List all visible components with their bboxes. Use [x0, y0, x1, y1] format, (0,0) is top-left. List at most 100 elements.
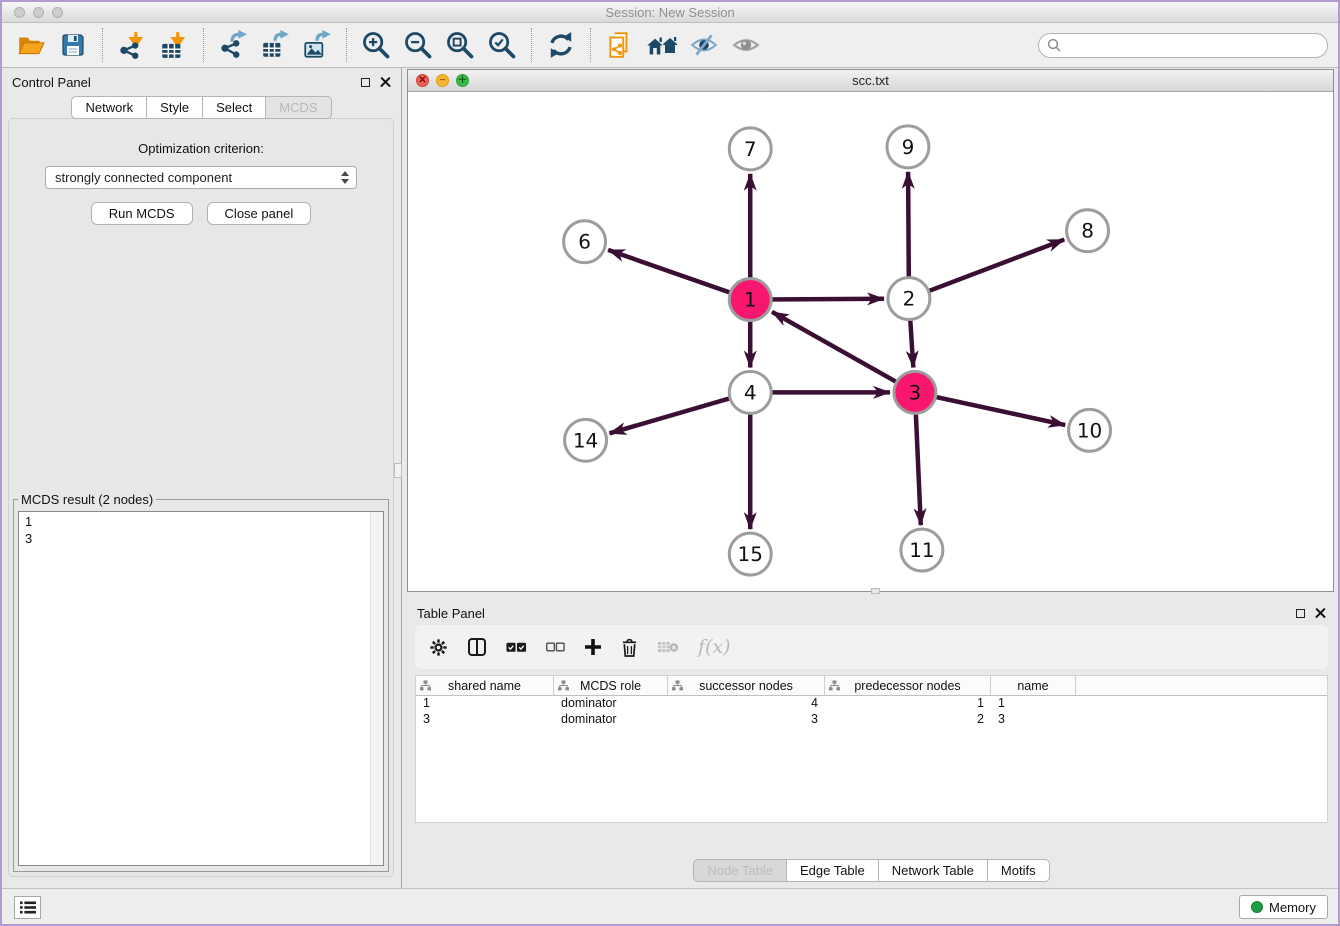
graph-node-15[interactable]: 15 [729, 533, 771, 575]
zoom-out-icon [403, 30, 433, 60]
criterion-select[interactable]: strongly connected component [45, 166, 357, 189]
close-panel-button[interactable]: Close panel [207, 202, 312, 225]
zoom-selected-button[interactable] [483, 26, 521, 64]
memory-button[interactable]: Memory [1239, 895, 1328, 919]
mcds-result-group: MCDS result (2 nodes) 1 3 [13, 492, 389, 872]
select-all-button[interactable] [506, 641, 527, 654]
svg-text:10: 10 [1077, 418, 1102, 442]
edge-3-10[interactable] [915, 392, 1065, 425]
graph-node-4[interactable]: 4 [729, 371, 771, 413]
search-input[interactable] [1066, 38, 1319, 53]
column-header-name[interactable]: name [991, 676, 1076, 695]
table-row[interactable]: 1dominator411 [416, 696, 1327, 712]
tab-node-table[interactable]: Node Table [693, 859, 787, 882]
export-table-button[interactable] [256, 26, 294, 64]
export-image-button[interactable] [298, 26, 336, 64]
graph-node-11[interactable]: 11 [901, 529, 943, 571]
graph-node-6[interactable]: 6 [564, 221, 606, 263]
float-panel-icon[interactable] [1296, 609, 1305, 618]
open-session-button[interactable] [12, 26, 50, 64]
optimization-criterion-label: Optimization criterion: [9, 141, 393, 156]
add-column-button[interactable] [584, 638, 602, 656]
task-history-button[interactable] [14, 896, 41, 919]
graph-node-8[interactable]: 8 [1067, 210, 1109, 252]
toolbar-separator [590, 28, 591, 62]
table-row[interactable]: 3dominator323 [416, 712, 1327, 728]
graph-node-1[interactable]: 1 [729, 279, 771, 321]
save-session-button[interactable] [54, 26, 92, 64]
close-panel-icon[interactable] [1315, 608, 1326, 619]
application-window: Session: New Session [0, 0, 1340, 926]
show-columns-button[interactable] [467, 637, 487, 657]
graph-node-10[interactable]: 10 [1069, 409, 1111, 451]
graph-node-2[interactable]: 2 [888, 278, 930, 320]
tab-select[interactable]: Select [202, 96, 266, 119]
tab-mcds[interactable]: MCDS [265, 96, 331, 119]
table-cell: dominator [554, 696, 668, 712]
graph-node-14[interactable]: 14 [565, 419, 607, 461]
search-field[interactable] [1038, 33, 1328, 58]
tab-network-table[interactable]: Network Table [878, 859, 988, 882]
float-panel-icon[interactable] [361, 78, 370, 87]
column-header-predecessor-nodes[interactable]: predecessor nodes [825, 676, 991, 695]
app-titlebar: Session: New Session [2, 2, 1338, 23]
panel-split-grip[interactable] [394, 463, 402, 478]
hide-selected-button[interactable] [685, 26, 723, 64]
delete-column-button[interactable] [621, 638, 638, 657]
new-network-button[interactable] [601, 26, 639, 64]
import-table-button[interactable] [155, 26, 193, 64]
export-network-button[interactable] [214, 26, 252, 64]
tab-edge-table[interactable]: Edge Table [786, 859, 879, 882]
control-panel-header: Control Panel [2, 68, 401, 96]
column-label: predecessor nodes [854, 679, 960, 693]
edge-3-1[interactable] [772, 312, 915, 393]
tab-motifs[interactable]: Motifs [987, 859, 1050, 882]
deselect-all-button[interactable] [546, 642, 565, 653]
close-panel-icon[interactable] [380, 77, 391, 88]
split-columns-icon [467, 637, 487, 657]
edge-1-6[interactable] [608, 250, 750, 300]
zoom-selected-icon [487, 30, 517, 60]
network-canvas[interactable]: 7 9 6 8 1 2 4 3 14 10 15 11 [408, 92, 1333, 591]
table-settings-button[interactable] [429, 638, 448, 657]
column-header-mcds-role[interactable]: MCDS role [554, 676, 668, 695]
function-builder-icon[interactable]: f(x) [698, 636, 731, 658]
network-window-titlebar[interactable]: ✕ − ＋ scc.txt [408, 70, 1333, 92]
column-header-successor-nodes[interactable]: successor nodes [668, 676, 825, 695]
import-network-icon [117, 30, 147, 60]
table-cell: 4 [668, 696, 825, 712]
import-network-button[interactable] [113, 26, 151, 64]
show-hidden-button[interactable] [727, 26, 765, 64]
node-table[interactable]: shared nameMCDS rolesuccessor nodes prede… [415, 675, 1328, 823]
table-panel: Table Panel [407, 599, 1336, 888]
mcds-result-scrollbar[interactable] [370, 512, 383, 865]
graph-node-9[interactable]: 9 [887, 126, 929, 168]
svg-text:1: 1 [744, 288, 757, 312]
toolbar-separator [531, 28, 532, 62]
svg-text:11: 11 [909, 538, 934, 562]
svg-text:3: 3 [909, 380, 922, 404]
houses-button[interactable] [643, 26, 681, 64]
zoom-out-button[interactable] [399, 26, 437, 64]
run-mcds-button[interactable]: Run MCDS [91, 202, 193, 225]
column-header-shared-name[interactable]: shared name [416, 676, 554, 695]
delete-table-button[interactable] [657, 640, 679, 655]
tab-network[interactable]: Network [71, 96, 147, 119]
column-type-icon [829, 680, 840, 694]
zoom-fit-button[interactable] [441, 26, 479, 64]
horizontal-split-grip[interactable] [871, 588, 880, 594]
svg-text:9: 9 [902, 135, 915, 159]
tab-style[interactable]: Style [146, 96, 203, 119]
control-panel: Control Panel NetworkStyleSelectMCDS Opt… [2, 68, 402, 888]
table-cell: 2 [825, 712, 991, 728]
zoom-in-button[interactable] [357, 26, 395, 64]
list-icon [20, 901, 36, 914]
zoom-fit-icon [445, 30, 475, 60]
graph-node-3[interactable]: 3 [894, 371, 936, 413]
graph-node-7[interactable]: 7 [729, 128, 771, 170]
table-cell: 1 [416, 696, 554, 712]
apply-layout-button[interactable] [542, 26, 580, 64]
svg-text:15: 15 [738, 542, 763, 566]
edge-2-8[interactable] [909, 240, 1064, 299]
search-icon [1047, 38, 1061, 52]
